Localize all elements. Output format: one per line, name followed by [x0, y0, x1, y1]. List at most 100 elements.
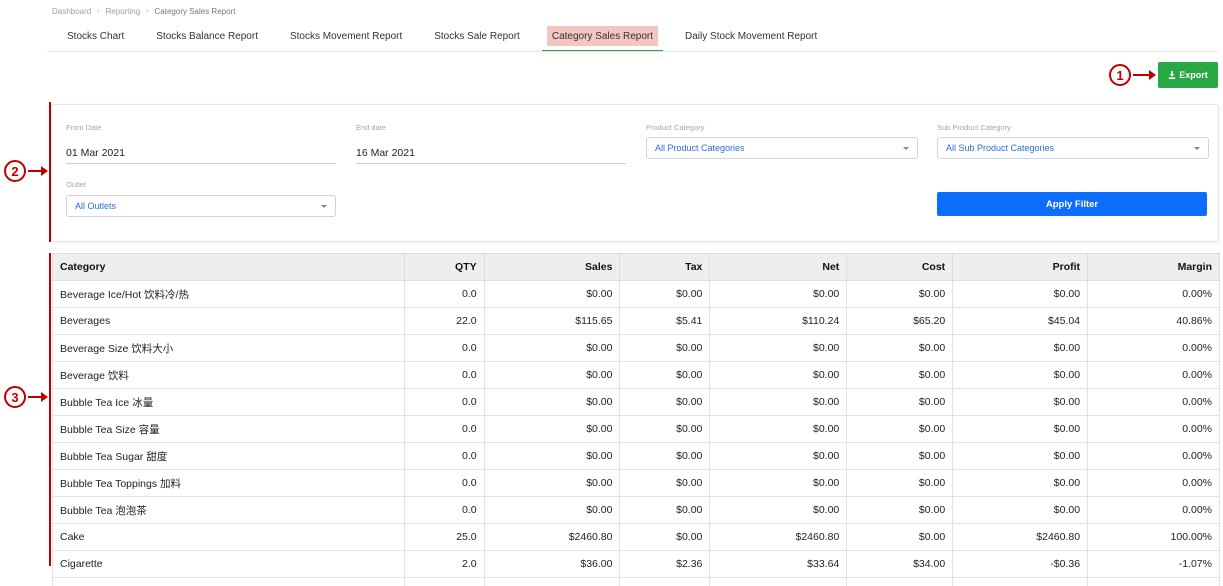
tab-stocks-movement-report[interactable]: Stocks Movement Report	[285, 25, 407, 51]
cell-net: $0.00	[709, 280, 848, 308]
caret-down-icon	[1194, 147, 1200, 150]
cell-profit: $45.04	[952, 307, 1089, 335]
cell-category: Beverages	[52, 307, 405, 335]
cell-net: $0.00	[709, 334, 848, 362]
table-row[interactable]: Bubble Tea Size 容量 0.0 $0.00 $0.00 $0.00 $0.0…	[52, 415, 1220, 443]
table-row[interactable]: Cigarette 2.0 $36.00 $2.36 $33.64 $34.00 -$0.3…	[52, 550, 1220, 578]
tabs-divider	[47, 51, 1218, 52]
cell-net: $0.00	[709, 442, 848, 470]
column-header-profit[interactable]: Profit	[952, 253, 1089, 281]
cell-profit: $0.00	[952, 496, 1089, 524]
column-header-net[interactable]: Net	[709, 253, 848, 281]
cell-category: Cake	[52, 523, 405, 551]
table-header-row: Category QTY Sales Tax Net Cost Profit M…	[52, 253, 1220, 281]
breadcrumb-current: Category Sales Report	[154, 7, 236, 16]
sub-product-category-select[interactable]: All Sub Product Categories	[937, 137, 1209, 159]
outlet-select[interactable]: All Outlets	[66, 195, 336, 217]
cell-sales	[483, 577, 621, 586]
cell-margin: 0.00%	[1087, 361, 1220, 389]
cell-margin: 40.86%	[1087, 307, 1220, 335]
column-header-margin[interactable]: Margin	[1087, 253, 1220, 281]
from-date-input[interactable]: 01 Mar 2021	[66, 147, 125, 159]
table-row[interactable]: Bubble Tea Sugar 甜度 0.0 $0.00 $0.00 $0.00 $0.…	[52, 442, 1220, 470]
cell-net: $2460.80	[709, 523, 848, 551]
table-row[interactable]: Bubble Tea Toppings 加料 0.0 $0.00 $0.00 $0.00…	[52, 469, 1220, 497]
download-icon	[1169, 71, 1176, 79]
cell-qty: 0.0	[403, 415, 485, 443]
sub-product-category-label: Sub Product Category	[937, 123, 1011, 132]
cell-cost: $0.00	[846, 523, 954, 551]
tab-stocks-sale-report[interactable]: Stocks Sale Report	[429, 25, 525, 51]
cell-category: Bubble Tea Toppings 加料	[52, 469, 405, 497]
cell-tax: $5.41	[619, 307, 711, 335]
table-row[interactable]: Beverages 22.0 $115.65 $5.41 $110.24 $65.20 $4…	[52, 307, 1220, 335]
apply-filter-button[interactable]: Apply Filter	[937, 192, 1207, 216]
cell-net: $0.00	[709, 469, 848, 497]
table-row[interactable]: Cake 25.0 $2460.80 $0.00 $2460.80 $0.00 $2460.…	[52, 523, 1220, 551]
cell-tax: $0.00	[619, 388, 711, 416]
end-date-input[interactable]: 16 Mar 2021	[356, 147, 415, 159]
table-body: Beverage Ice/Hot 饮料冷/热 0.0 $0.00 $0.00 $0.00…	[52, 280, 1220, 586]
cell-tax	[619, 577, 711, 586]
cell-sales: $0.00	[483, 442, 621, 470]
cell-net	[709, 577, 848, 586]
column-header-category[interactable]: Category	[52, 253, 405, 281]
cell-qty: 0.0	[403, 388, 485, 416]
cell-tax: $0.00	[619, 415, 711, 443]
column-header-tax[interactable]: Tax	[619, 253, 711, 281]
tab-stocks-chart[interactable]: Stocks Chart	[62, 25, 129, 51]
cell-net: $33.64	[709, 550, 848, 578]
table-row[interactable]: Bubble Tea 泡泡茶 0.0 $0.00 $0.00 $0.00 $0.00 $0.…	[52, 496, 1220, 524]
product-category-value: All Product Categories	[655, 143, 745, 153]
cell-cost: $0.00	[846, 442, 954, 470]
sub-product-category-value: All Sub Product Categories	[946, 143, 1055, 153]
cell-qty: 0.0	[403, 469, 485, 497]
breadcrumb-dashboard[interactable]: Dashboard	[52, 7, 91, 16]
cell-cost: $0.00	[846, 469, 954, 497]
tab-category-sales-report[interactable]: Category Sales Report	[541, 26, 664, 52]
table-row[interactable]: Bubble Tea Ice 冰量 0.0 $0.00 $0.00 $0.00 $0.00…	[52, 388, 1220, 416]
table-row[interactable]: Beverage Ice/Hot 饮料冷/热 0.0 $0.00 $0.00 $0.00…	[52, 280, 1220, 308]
breadcrumb-reporting[interactable]: Reporting	[105, 7, 140, 16]
cell-margin: 0.00%	[1087, 334, 1220, 362]
cell-cost: $0.00	[846, 388, 954, 416]
tab-daily-stock-movement-report[interactable]: Daily Stock Movement Report	[680, 25, 822, 51]
cell-profit	[952, 577, 1089, 586]
from-date-underline	[66, 163, 336, 164]
column-header-cost[interactable]: Cost	[846, 253, 954, 281]
cell-net: $110.24	[709, 307, 848, 335]
cell-tax: $0.00	[619, 496, 711, 524]
category-sales-table: Category QTY Sales Tax Net Cost Profit M…	[52, 253, 1220, 586]
cell-net: $0.00	[709, 496, 848, 524]
callout-3-bar	[49, 253, 51, 566]
cell-tax: $0.00	[619, 334, 711, 362]
cell-sales: $0.00	[483, 334, 621, 362]
cell-cost: $65.20	[846, 307, 954, 335]
cell-tax: $2.36	[619, 550, 711, 578]
cell-category: Bubble Tea Sugar 甜度	[52, 442, 405, 470]
product-category-label: Product Category	[646, 123, 705, 132]
column-header-sales[interactable]: Sales	[483, 253, 621, 281]
table-row[interactable]: Beverage Size 饮料大小 0.0 $0.00 $0.00 $0.00 $0.0…	[52, 334, 1220, 362]
callout-2: 2	[4, 160, 26, 182]
cell-cost: $0.00	[846, 361, 954, 389]
cell-qty: 0.0	[403, 280, 485, 308]
export-button[interactable]: Export	[1158, 62, 1218, 88]
cell-tax: $0.00	[619, 361, 711, 389]
cell-category	[52, 577, 405, 586]
cell-sales: $115.65	[483, 307, 621, 335]
cell-profit: $0.00	[952, 334, 1089, 362]
cell-category: Beverage 饮料	[52, 361, 405, 389]
tab-stocks-balance-report[interactable]: Stocks Balance Report	[151, 25, 263, 51]
table-row[interactable]: Beverage 饮料 0.0 $0.00 $0.00 $0.00 $0.00 $0.00 0…	[52, 361, 1220, 389]
cell-margin: -1.07%	[1087, 550, 1220, 578]
product-category-select[interactable]: All Product Categories	[646, 137, 918, 159]
cell-tax: $0.00	[619, 469, 711, 497]
cell-sales: $2460.80	[483, 523, 621, 551]
cell-profit: $0.00	[952, 469, 1089, 497]
cell-sales: $0.00	[483, 280, 621, 308]
cell-sales: $0.00	[483, 361, 621, 389]
callout-2-arrow	[28, 166, 48, 176]
table-row[interactable]	[52, 577, 1220, 586]
column-header-qty[interactable]: QTY	[403, 253, 485, 281]
